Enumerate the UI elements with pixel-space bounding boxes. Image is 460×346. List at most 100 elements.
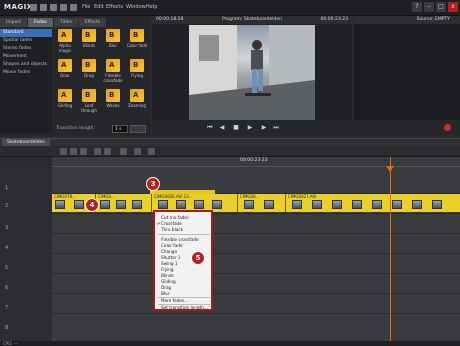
- video-preview: [189, 25, 315, 120]
- clip-thumbnail: [116, 200, 126, 209]
- source-label[interactable]: Source: EMPTY: [417, 17, 450, 22]
- go-start-icon[interactable]: ⏮: [206, 124, 214, 132]
- go-end-icon[interactable]: ⏭: [272, 124, 280, 132]
- fade-item[interactable]: A Zooming: [126, 89, 148, 117]
- menu-item-fade[interactable]: Drag: [161, 285, 171, 290]
- pointer-tool-icon[interactable]: [60, 148, 67, 155]
- menu-item-fade[interactable]: Shutter 1: [161, 255, 181, 260]
- fade-grid: A Alpha magic B Blinds B Blur B Color fade A…: [54, 29, 150, 121]
- marker-tool-icon[interactable]: [134, 148, 141, 155]
- fade-icon: A: [58, 89, 72, 102]
- transition-length: Transition length: 1 s: [54, 125, 150, 134]
- fade-label: Drag: [84, 73, 94, 78]
- fade-label: Alpha magic: [58, 43, 72, 53]
- fade-label: Waves: [106, 103, 120, 108]
- clip-name: CIMG08...: [240, 194, 260, 199]
- maximize-button[interactable]: □: [436, 2, 446, 12]
- playhead-marker[interactable]: [386, 166, 394, 172]
- menu-item-fade[interactable]: Blur: [161, 291, 169, 296]
- fade-item[interactable]: B Flying: [126, 59, 148, 87]
- close-button[interactable]: x: [448, 2, 458, 12]
- fade-item[interactable]: B Leaf through: [78, 89, 100, 117]
- text-tool-icon[interactable]: [148, 148, 155, 155]
- tab-titles[interactable]: Titles: [53, 18, 78, 27]
- clip[interactable]: CIMG0927.AVI: [286, 194, 460, 212]
- tab-fades[interactable]: Fades: [27, 18, 53, 27]
- tab-import[interactable]: Import: [0, 18, 27, 27]
- clip-thumbnail: [244, 200, 254, 209]
- checkmark-icon: ✔: [157, 221, 161, 226]
- clip-thumbnail: [432, 200, 442, 209]
- cut-tool-icon[interactable]: [94, 148, 101, 155]
- menu-effects[interactable]: Effects: [106, 4, 123, 10]
- transition-length-input[interactable]: 1 s: [112, 125, 128, 133]
- menu-window[interactable]: Window: [126, 4, 146, 10]
- prev-frame-icon[interactable]: ◀: [218, 124, 226, 132]
- open-icon[interactable]: [40, 4, 47, 11]
- window-controls: ? – □ x: [412, 2, 458, 12]
- menu-item-crossfade[interactable]: Crossfade: [161, 221, 182, 226]
- fade-item[interactable]: A Alpha magic: [54, 29, 76, 57]
- menu-bar: MAGIX File Edit Effects Window Help ? – …: [0, 0, 460, 16]
- clip[interactable]: CIMG08...: [238, 194, 286, 212]
- fade-item[interactable]: A Door: [54, 59, 76, 87]
- mode-tool-icon[interactable]: [70, 148, 77, 155]
- menu-item-more-fades[interactable]: More fades...: [161, 298, 188, 303]
- link-tool-icon[interactable]: [120, 148, 127, 155]
- fade-icon: A: [130, 89, 144, 102]
- delete-icon[interactable]: [70, 4, 77, 11]
- menu-item-cut[interactable]: Cut (no fade): [161, 215, 189, 220]
- undo-icon[interactable]: [50, 4, 57, 11]
- menu-separator: [158, 234, 210, 235]
- menu-item-thru-black[interactable]: Thru black: [161, 227, 183, 232]
- menu-item-fade[interactable]: Flying: [161, 267, 174, 272]
- menu-item-fade[interactable]: Color fade: [161, 243, 183, 248]
- menu-item-fade[interactable]: Gliding: [161, 279, 176, 284]
- clip-thumbnail: [100, 200, 110, 209]
- category-movie[interactable]: Movie fades: [0, 69, 52, 77]
- fade-item[interactable]: A Flexible crossfade: [102, 59, 124, 87]
- category-shapes[interactable]: Shapes and objects: [0, 61, 52, 69]
- menu-help[interactable]: Help: [146, 4, 157, 10]
- play-icon[interactable]: ▶: [246, 124, 254, 132]
- fade-item[interactable]: B Blinds: [78, 29, 100, 57]
- timeline-ruler[interactable]: 00:00:23:23: [52, 157, 460, 167]
- menu-edit[interactable]: Edit: [94, 4, 104, 10]
- stop-icon[interactable]: ■: [232, 124, 240, 132]
- menu-item-fade[interactable]: Blinds: [161, 273, 174, 278]
- help-button[interactable]: ?: [412, 2, 422, 12]
- pool-tabs: Import Fades Titles Effects: [0, 18, 107, 27]
- clip-name: CIMG0...: [98, 194, 115, 199]
- fade-item[interactable]: A Gliding: [54, 89, 76, 117]
- playhead[interactable]: [390, 157, 391, 346]
- clip-thumbnail: [312, 200, 322, 209]
- fade-item[interactable]: B Color fade: [126, 29, 148, 57]
- track-number: 7: [5, 305, 9, 311]
- redo-icon[interactable]: [60, 4, 67, 11]
- fade-icon: B: [82, 89, 96, 102]
- status-text: CPU: —: [3, 341, 18, 346]
- category-stereo[interactable]: Stereo fades: [0, 45, 52, 53]
- save-icon[interactable]: [30, 4, 37, 11]
- tab-effects[interactable]: Effects: [78, 18, 107, 27]
- transition-length-unit[interactable]: [130, 125, 146, 133]
- minimize-button[interactable]: –: [424, 2, 434, 12]
- next-frame-icon[interactable]: ▶: [260, 124, 268, 132]
- fade-item[interactable]: B Waves: [102, 89, 124, 117]
- menu-item-set-length[interactable]: Set transition length...: [161, 305, 208, 310]
- menu-item-fade[interactable]: Flexible crossfade: [161, 237, 199, 242]
- category-movement[interactable]: Movement: [0, 53, 52, 61]
- record-icon[interactable]: [444, 124, 451, 131]
- split-tool-icon[interactable]: [104, 148, 111, 155]
- track-divider: [52, 233, 460, 234]
- menu-item-fade[interactable]: Change: [161, 249, 177, 254]
- zoom-tool-icon[interactable]: [80, 148, 87, 155]
- menu-item-fade[interactable]: Swing 1: [161, 261, 178, 266]
- fade-item[interactable]: B Drag: [78, 59, 100, 87]
- fade-item[interactable]: B Blur: [102, 29, 124, 57]
- menu-file[interactable]: File: [82, 4, 90, 10]
- clip[interactable]: CIMG0...: [96, 194, 152, 212]
- category-standard[interactable]: Standard: [0, 29, 52, 37]
- category-spatial[interactable]: Spatial fades: [0, 37, 52, 45]
- ruler-timecode: 00:00:23:23: [240, 158, 268, 163]
